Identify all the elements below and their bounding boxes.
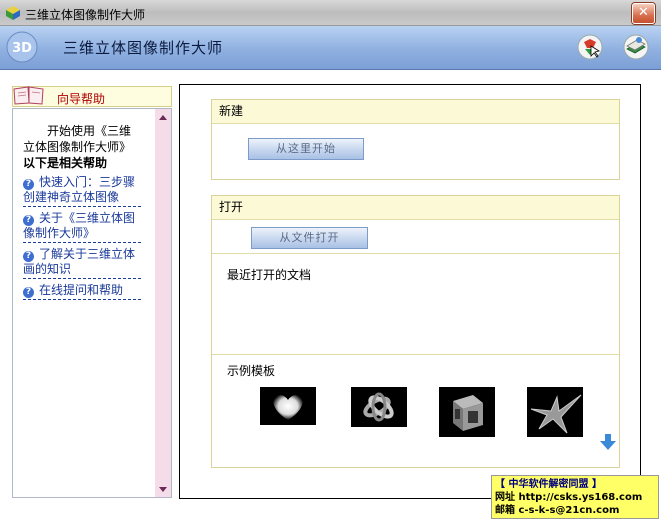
- svg-text:3D: 3D: [12, 41, 32, 56]
- open-file-button[interactable]: 从文件打开: [251, 227, 368, 249]
- logo-3d-icon: 3D: [6, 31, 38, 63]
- banner-title: 三维立体图像制作大师: [63, 39, 224, 57]
- new-section-title: 新建: [212, 100, 619, 124]
- help-question-icon: ?: [23, 179, 34, 190]
- help-question-icon: ?: [23, 287, 34, 298]
- help-link-quickstart[interactable]: ? 快速入门：三步骤创建神奇立体图像: [23, 175, 141, 207]
- help-link-about[interactable]: ? 关于《三维立体图像制作大师》: [23, 211, 141, 243]
- star-thumbnail[interactable]: [527, 387, 583, 437]
- app-icon: [6, 6, 20, 20]
- knot-thumbnail[interactable]: [351, 387, 407, 427]
- globe-cursor-icon[interactable]: [576, 33, 604, 61]
- close-button[interactable]: ✕: [632, 3, 655, 24]
- book-globe-icon[interactable]: [622, 33, 650, 61]
- title-bar: 三维立体图像制作大师 ✕: [0, 0, 661, 26]
- start-new-button[interactable]: 从这里开始: [248, 138, 364, 160]
- help-content: 开始使用《三维立体图像制作大师》 以下是相关帮助 ? 快速入门：三步骤创建神奇立体…: [23, 123, 141, 300]
- heart-thumbnail[interactable]: [260, 387, 316, 425]
- info-line-website: 网址 http://csks.ys168.com: [495, 492, 643, 503]
- info-line-title: 【 中华软件解密同盟 】: [495, 479, 602, 490]
- divider: [212, 354, 619, 355]
- app-banner: 3D 三维立体图像制作大师: [0, 26, 661, 70]
- sidebar-header-label: 向导帮助: [57, 92, 106, 106]
- info-box: 【 中华软件解密同盟 】 网址 http://csks.ys168.com 邮箱…: [491, 475, 659, 519]
- open-section: 打开 从文件打开 最近打开的文档 示例模板: [211, 195, 620, 468]
- help-link-online[interactable]: ? 在线提问和帮助: [23, 283, 141, 300]
- scroll-up-icon[interactable]: [159, 115, 167, 120]
- scroll-down-icon[interactable]: [159, 487, 167, 492]
- help-question-icon: ?: [23, 251, 34, 262]
- open-book-icon: [13, 86, 44, 105]
- cube-thumbnail[interactable]: [439, 387, 495, 437]
- help-subtitle: 以下是相关帮助: [23, 156, 108, 170]
- divider: [212, 253, 619, 254]
- help-scrollbar[interactable]: [155, 109, 171, 497]
- help-intro: 开始使用《三维立体图像制作大师》: [23, 124, 132, 154]
- sidebar-header: 向导帮助: [12, 86, 172, 107]
- open-section-title: 打开: [212, 196, 619, 220]
- templates-label: 示例模板: [227, 364, 276, 378]
- recent-documents-label: 最近打开的文档: [227, 268, 312, 282]
- help-question-icon: ?: [23, 215, 34, 226]
- info-line-email: 邮箱 c-s-k-s@21cn.com: [495, 505, 620, 516]
- help-link-knowledge[interactable]: ? 了解关于三维立体画的知识: [23, 247, 141, 279]
- new-section: 新建 从这里开始: [211, 99, 620, 180]
- help-panel: 开始使用《三维立体图像制作大师》 以下是相关帮助 ? 快速入门：三步骤创建神奇立体…: [12, 108, 172, 498]
- window-title: 三维立体图像制作大师: [25, 8, 146, 22]
- scroll-down-arrow-icon[interactable]: [598, 432, 618, 452]
